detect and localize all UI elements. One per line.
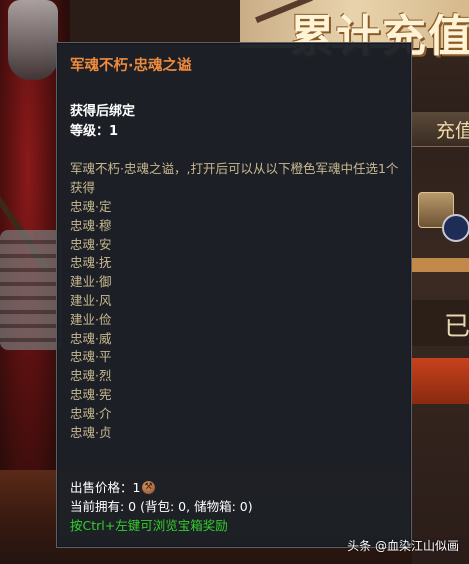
red-action-button[interactable] [412,358,469,404]
sell-price: 出售价格：1 [70,478,156,497]
item-level: 等级：1 [70,123,118,141]
list-item: 忠魂·威 [70,330,112,346]
list-item: 忠魂·抚 [70,255,112,271]
list-item: 忠魂·烈 [70,368,112,384]
list-item: 忠魂·安 [70,236,112,252]
list-item: 忠魂·介 [70,405,112,421]
progress-strip [412,258,469,272]
badge-icon [442,214,469,242]
coin-icon [142,478,156,496]
level-label: 等级： [70,124,110,139]
tab-recharge[interactable]: 充值 [412,112,469,147]
price-value: 1 [132,480,141,495]
bind-status: 获得后绑定 [70,104,136,119]
list-item: 忠魂·平 [70,349,112,365]
claimed-button-label: 已 [444,312,469,342]
item-name: 军魂不朽·忠魂之谥 [70,58,192,74]
ctrl-click-hint: 按Ctrl+左键可浏览宝箱奖励 [70,518,228,533]
list-item: 忠魂·贞 [70,424,112,440]
list-item: 建业·俭 [70,311,112,327]
list-item: 建业·风 [70,292,112,308]
level-value: 1 [109,124,119,139]
list-item: 忠魂·定 [70,199,112,214]
helmet-art [8,0,58,80]
owned-count: 当前拥有: 0 (背包: 0, 储物箱: 0) [70,499,253,514]
list-item: 忠魂·宪 [70,386,112,402]
item-tooltip: 军魂不朽·忠魂之谥 获得后绑定 等级：1 军魂不朽·忠魂之谥，,打开后可以从以下… [56,42,412,548]
list-item: 忠魂·穆 [70,217,112,233]
list-item: 建业·御 [70,274,112,290]
event-panel-background [412,0,469,564]
choice-list: 忠魂·定 忠魂·穆 忠魂·安 忠魂·抚 建业·御 建业·风 建业·俭 忠魂·威 … [70,198,111,442]
watermark: 头条 @血染江山似画 [347,539,459,553]
price-label: 出售价格： [70,480,133,495]
claimed-button[interactable]: 已 [412,300,469,346]
item-description: 军魂不朽·忠魂之谥，,打开后可以从以下橙色军魂中任选1个获得 [70,161,399,195]
armor-art [0,230,62,350]
tab-recharge-label: 充值 [436,120,469,142]
